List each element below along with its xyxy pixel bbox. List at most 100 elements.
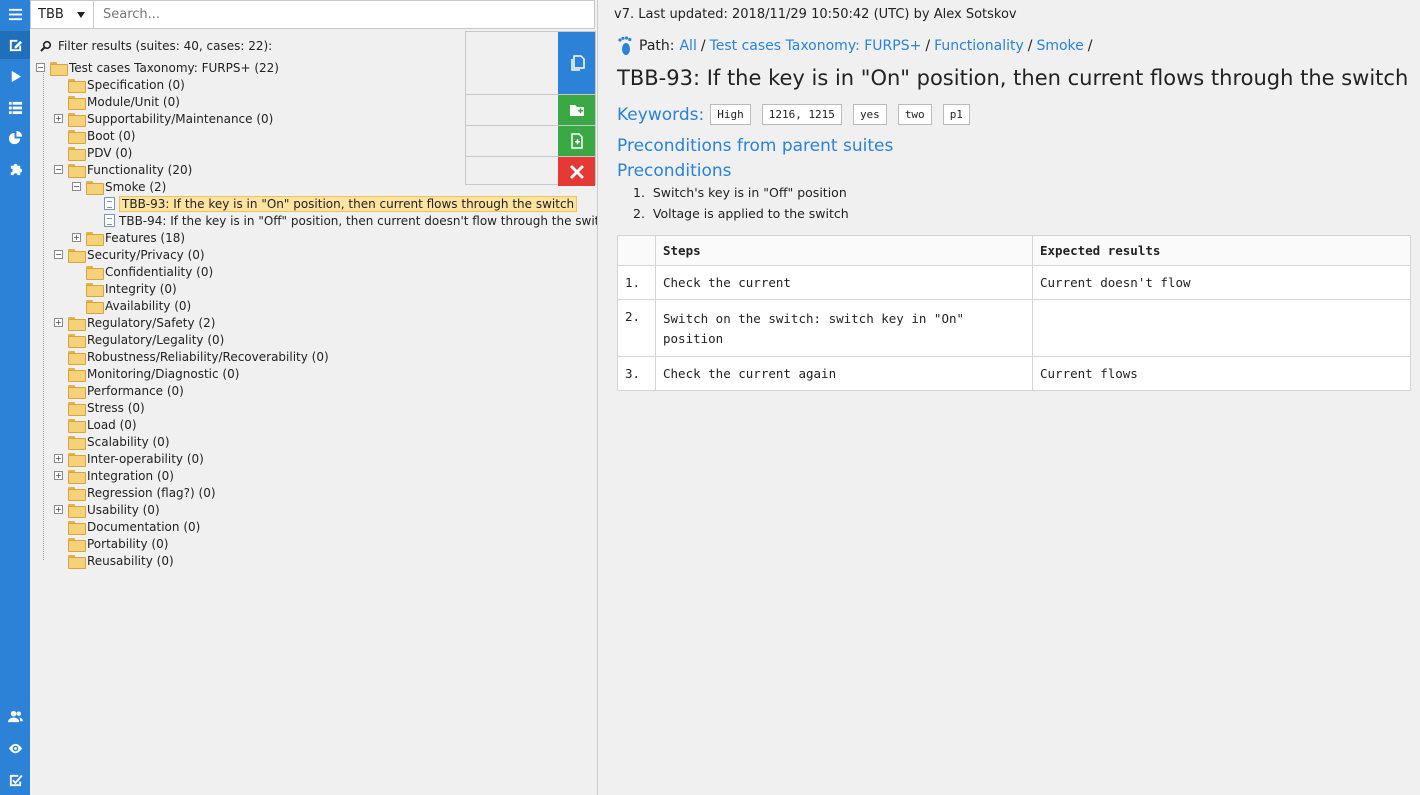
add-suite-button[interactable] [558, 95, 595, 125]
path-link-functionality[interactable]: Functionality [934, 38, 1024, 54]
tree-suite-item[interactable]: Documentation (0) [68, 518, 200, 535]
eye-icon[interactable] [0, 734, 30, 762]
tree-suite-item[interactable]: Scalability (0) [68, 433, 170, 450]
tree-suite-item[interactable]: + Integration (0) [54, 467, 174, 484]
tree-item-label: Functionality (20) [87, 162, 193, 177]
folder-icon [68, 401, 86, 416]
delete-action [466, 157, 595, 186]
action-panel [465, 31, 596, 186]
tree-suite-item[interactable]: Monitoring/Diagnostic (0) [68, 365, 239, 382]
project-select[interactable]: TBB [30, 0, 94, 29]
users-icon[interactable] [0, 702, 30, 730]
expand-icon[interactable]: + [54, 505, 63, 514]
add-file-icon [570, 133, 583, 149]
tree-suite-item[interactable]: Robustness/Reliability/Recoverability (0… [68, 348, 329, 365]
tree-item-label: Confidentiality (0) [105, 264, 214, 279]
folder-icon [86, 299, 104, 314]
tree-case-item[interactable]: TBB-94: If the key is in "Off" position,… [104, 212, 598, 229]
tree-suite-item[interactable]: Specification (0) [68, 76, 185, 93]
tree-suite-item[interactable]: Integrity (0) [86, 280, 177, 297]
expand-icon[interactable]: + [54, 454, 63, 463]
tree-suite-item[interactable]: + Inter-operability (0) [54, 450, 204, 467]
expand-icon[interactable]: + [54, 471, 63, 480]
collapse-icon[interactable]: − [72, 182, 81, 191]
folder-icon [68, 452, 86, 467]
pie-chart-icon[interactable] [0, 124, 30, 152]
folder-icon [68, 520, 86, 535]
path-separator: / [1087, 38, 1093, 54]
tree-suite-item[interactable]: Regression (flag?) (0) [68, 484, 216, 501]
tree-suite-item[interactable]: Performance (0) [68, 382, 184, 399]
step-text: Check the current again [655, 356, 1033, 391]
tree-guide-line [43, 73, 44, 560]
delete-button[interactable] [558, 157, 595, 186]
copy-button[interactable] [558, 32, 595, 94]
tree-suite-item[interactable]: Availability (0) [86, 297, 191, 314]
breadcrumb: Path: All / Test cases Taxonomy: FURPS+ … [617, 36, 1097, 56]
folder-icon [68, 146, 86, 161]
tree-suite-item[interactable]: − Test cases Taxonomy: FURPS+ (22) [36, 59, 279, 76]
collapse-icon[interactable]: − [36, 63, 45, 72]
collapse-icon[interactable]: − [54, 165, 63, 174]
tree-item-label: Features (18) [105, 230, 186, 245]
preconditions-parent-heading[interactable]: Preconditions from parent suites [617, 136, 893, 156]
keyword-badge: yes [852, 104, 887, 125]
tree-item-label: Usability (0) [87, 502, 160, 517]
tree-item-label: TBB-94: If the key is in "Off" position,… [119, 213, 598, 228]
table-row: 1. Check the current Current doesn't flo… [617, 265, 1411, 300]
tree-suite-item[interactable]: + Regulatory/Safety (2) [54, 314, 215, 331]
collapse-icon[interactable]: − [54, 250, 63, 259]
folder-icon [86, 282, 104, 297]
tree-suite-item[interactable]: Regulatory/Legality (0) [68, 331, 224, 348]
path-link-all[interactable]: All [679, 38, 696, 54]
add-case-button[interactable] [558, 126, 595, 156]
copy-icon [570, 55, 585, 71]
tree-suite-item[interactable]: Confidentiality (0) [86, 263, 213, 280]
tree-suite-item[interactable]: − Smoke (2) [72, 178, 166, 195]
folder-icon [86, 231, 104, 246]
tree-suite-item[interactable]: Portability (0) [68, 535, 168, 552]
play-icon[interactable] [0, 62, 30, 90]
list-icon[interactable] [0, 93, 30, 121]
path-separator: / [925, 38, 931, 54]
tree-suite-item[interactable]: + Usability (0) [54, 501, 160, 518]
tree-item-label: Integration (0) [87, 468, 174, 483]
preconditions-heading: Preconditions [617, 161, 732, 181]
tree-item-label: PDV (0) [87, 145, 133, 160]
path-link-taxonomy[interactable]: Test cases Taxonomy: FURPS+ [710, 38, 922, 54]
tree-suite-item[interactable]: − Security/Privacy (0) [54, 246, 205, 263]
expand-icon[interactable]: + [54, 114, 63, 123]
edit-icon[interactable] [0, 31, 30, 59]
add-folder-icon [569, 105, 584, 116]
tree-suite-item[interactable]: Stress (0) [68, 399, 145, 416]
tree-pane: TBB Filter results (suites: 40, cases: 2… [30, 0, 598, 795]
folder-icon [68, 384, 86, 399]
expand-icon[interactable]: + [72, 233, 81, 242]
search-input[interactable] [94, 0, 595, 29]
folder-icon [68, 367, 86, 382]
filter-results: Filter results (suites: 40, cases: 22): [40, 39, 272, 53]
tree-item-label: Scalability (0) [87, 434, 170, 449]
nav-rail [0, 0, 30, 795]
step-number: 3. [617, 356, 656, 391]
puzzle-icon[interactable] [0, 155, 30, 183]
tree-suite-item[interactable]: PDV (0) [68, 144, 132, 161]
step-expected [1032, 299, 1411, 357]
folder-icon [68, 503, 86, 518]
expand-icon[interactable]: + [54, 318, 63, 327]
folder-icon [68, 537, 86, 552]
tree-suite-item[interactable]: − Functionality (20) [54, 161, 193, 178]
tree-case-item[interactable]: TBB-93: If the key is in "On" position, … [104, 195, 578, 212]
tree-suite-item[interactable]: Reusability (0) [68, 552, 174, 569]
tree-suite-item[interactable]: Load (0) [68, 416, 137, 433]
tree-suite-item[interactable]: Boot (0) [68, 127, 135, 144]
tree-item-label: Module/Unit (0) [87, 94, 180, 109]
tree-suite-item[interactable]: + Supportability/Maintenance (0) [54, 110, 273, 127]
menu-icon[interactable] [0, 0, 30, 28]
folder-icon [86, 180, 104, 195]
tree-suite-item[interactable]: Module/Unit (0) [68, 93, 180, 110]
precondition-item: 1. Switch's key is in "Off" position [633, 185, 847, 200]
path-link-smoke[interactable]: Smoke [1036, 38, 1083, 54]
tree-suite-item[interactable]: + Features (18) [72, 229, 186, 246]
checkbox-icon[interactable] [0, 766, 30, 794]
